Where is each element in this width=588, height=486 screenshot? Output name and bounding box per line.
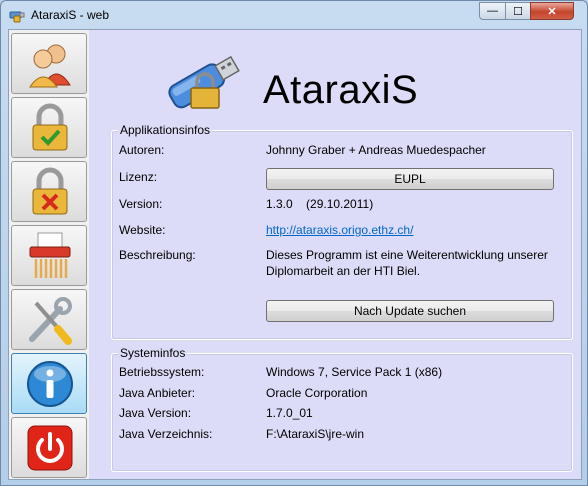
- os-value: Windows 7, Service Pack 1 (x86): [266, 365, 443, 379]
- version-value: 1.3.0 (29.10.2011): [266, 197, 374, 211]
- client-area: AtaraxiS Applikationsinfos Autoren: John…: [8, 29, 582, 480]
- app-title: AtaraxiS: [263, 68, 419, 112]
- description-line-2: Diplomarbeit an der HTI Biel.: [266, 264, 421, 278]
- usb-lock-logo-icon: [168, 55, 240, 109]
- maximize-icon: ☐: [513, 5, 523, 18]
- app-info-legend: Applikationsinfos: [118, 123, 213, 137]
- minimize-icon: —: [487, 5, 498, 17]
- description-label: Beschreibung:: [119, 248, 196, 262]
- sidebar-item-info[interactable]: [11, 353, 87, 414]
- maximize-button[interactable]: ☐: [505, 2, 531, 20]
- sidebar-item-unlock[interactable]: [11, 97, 87, 158]
- shredder-icon: [29, 232, 71, 278]
- java-vendor-value: Oracle Corporation: [266, 386, 368, 400]
- title-bar[interactable]: AtaraxiS - web — ☐ ✕: [1, 1, 587, 29]
- sidebar-item-users[interactable]: [11, 33, 87, 94]
- license-label: Lizenz:: [119, 170, 158, 184]
- website-label: Website:: [119, 223, 166, 237]
- sidebar-item-exit[interactable]: [11, 417, 87, 478]
- main-panel: AtaraxiS Applikationsinfos Autoren: John…: [89, 30, 581, 479]
- license-button[interactable]: EUPL: [266, 168, 554, 190]
- version-label: Version:: [119, 197, 163, 211]
- java-vendor-label: Java Anbieter:: [119, 386, 196, 400]
- java-version-value: 1.7.0_01: [266, 406, 313, 420]
- info-icon: [27, 361, 73, 407]
- app-window: AtaraxiS - web — ☐ ✕ AtaraxiS Applikatio…: [0, 0, 588, 486]
- close-icon: ✕: [547, 5, 557, 18]
- sidebar-item-shredder[interactable]: [11, 225, 87, 286]
- os-label: Betriebssystem:: [119, 365, 205, 379]
- authors-value: Johnny Graber + Andreas Muedespacher: [266, 143, 486, 157]
- java-dir-value: F:\AtaraxiS\jre-win: [266, 427, 365, 441]
- close-button[interactable]: ✕: [530, 2, 574, 20]
- description-line-1: Dieses Programm ist eine Weiterentwicklu…: [266, 248, 548, 262]
- power-icon: [27, 425, 73, 471]
- tools-icon: [29, 297, 72, 345]
- website-link[interactable]: http://ataraxis.origo.ethz.ch/: [266, 223, 413, 237]
- sidebar-item-tools[interactable]: [11, 289, 87, 350]
- check-update-button[interactable]: Nach Update suchen: [266, 300, 554, 322]
- lock-cross-icon: [32, 167, 68, 215]
- sidebar-item-lock[interactable]: [11, 161, 87, 222]
- minimize-button[interactable]: —: [479, 2, 506, 20]
- app-icon: [9, 11, 25, 23]
- java-version-label: Java Version:: [119, 406, 192, 420]
- window-title: AtaraxiS - web: [31, 8, 110, 22]
- authors-label: Autoren:: [119, 143, 165, 157]
- java-dir-label: Java Verzeichnis:: [119, 427, 213, 441]
- system-info-legend: Systeminfos: [118, 346, 188, 360]
- sidebar: [9, 30, 89, 479]
- lock-check-icon: [32, 103, 68, 151]
- users-icon: [29, 44, 71, 88]
